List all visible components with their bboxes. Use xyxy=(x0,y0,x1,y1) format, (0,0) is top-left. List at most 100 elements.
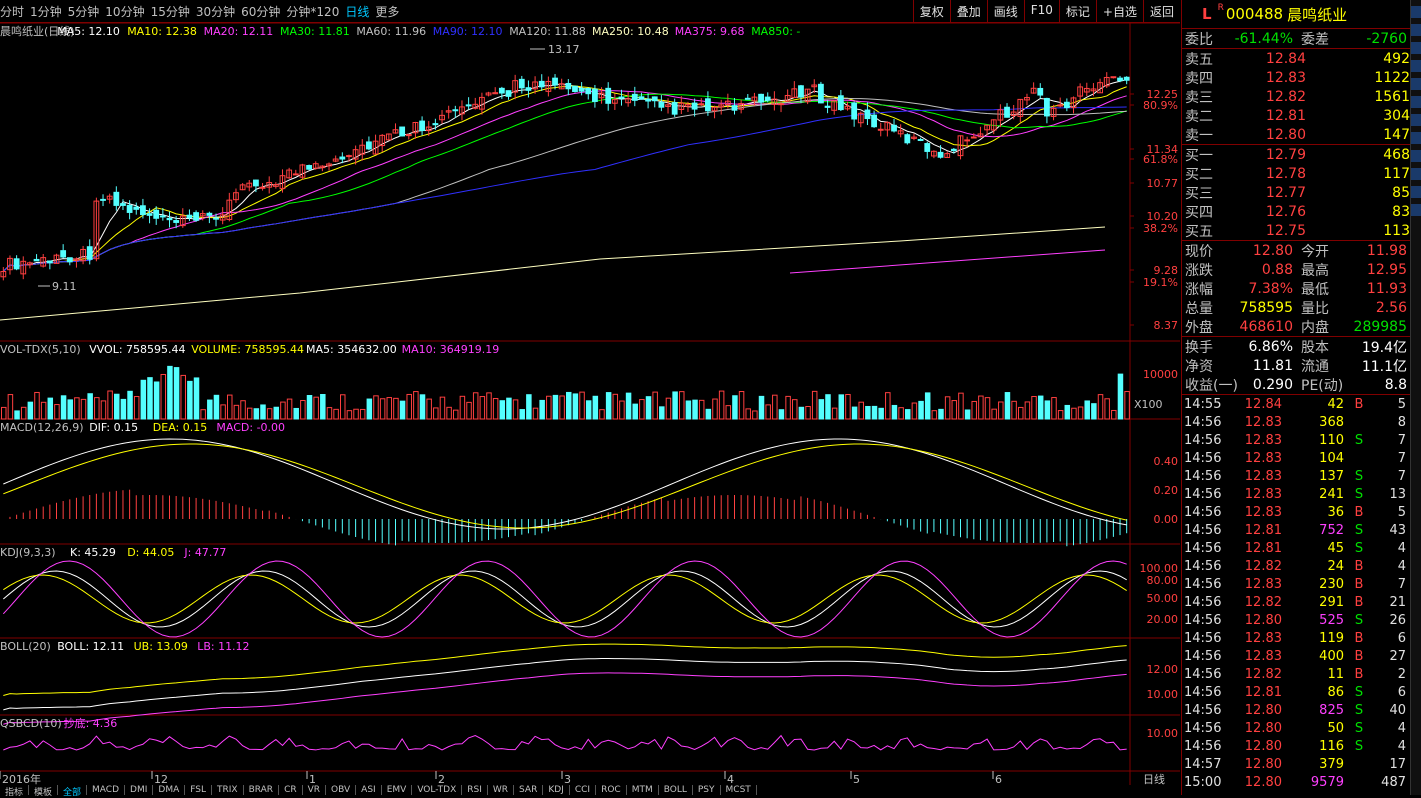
candle-body xyxy=(585,88,592,95)
tick-volume: 525 xyxy=(1319,612,1344,628)
indicator-tab[interactable]: KDJ xyxy=(543,785,570,795)
indicator-tab[interactable]: ASI xyxy=(356,785,382,795)
tool-icon[interactable] xyxy=(1411,168,1421,180)
period-tab[interactable]: 分时 xyxy=(0,3,30,20)
indicator-tab[interactable]: 指标 xyxy=(0,785,30,798)
volume-bar xyxy=(120,398,127,420)
tool-icon[interactable] xyxy=(1411,6,1421,18)
right-toolstrip[interactable] xyxy=(1410,0,1421,795)
chart-area[interactable]: 晨鸣纸业(日线) MA5: 12.10 MA10: 12.38 MA20: 12.11… xyxy=(0,22,1180,795)
macd-axis-label: 0.20 xyxy=(1154,484,1179,497)
candle-body xyxy=(764,96,771,101)
tick-count: 13 xyxy=(1389,486,1406,502)
indicator-tab[interactable]: BOLL xyxy=(659,785,693,795)
volume-bar xyxy=(732,395,738,420)
quote-label: 总量 xyxy=(1185,300,1213,317)
tick-time: 14:56 xyxy=(1184,666,1222,682)
tool-icon[interactable] xyxy=(1411,186,1421,198)
tick-price: 12.80 xyxy=(1244,612,1282,628)
volume-bar xyxy=(453,409,459,420)
toolbar-button[interactable]: 复权 xyxy=(912,0,950,22)
indicator-tab[interactable]: VR xyxy=(303,785,327,795)
tick-side: S xyxy=(1354,540,1364,556)
tool-icon[interactable] xyxy=(1411,60,1421,72)
tick-list[interactable]: 14:55 12.84 42 B 5 14:56 12.83 368 8 14:56 12.83 11… xyxy=(1182,395,1410,791)
tool-icon[interactable] xyxy=(1411,150,1421,162)
volume-bar xyxy=(479,396,486,420)
toolbar-button[interactable]: 叠加 xyxy=(949,0,987,22)
volume-bar xyxy=(539,399,545,420)
stock-code[interactable]: 000488 xyxy=(1226,5,1283,23)
toolbar-button[interactable]: F10 xyxy=(1023,0,1059,22)
bid-row: 买二 12.78 117 xyxy=(1182,164,1410,183)
tool-icon[interactable] xyxy=(1411,42,1421,54)
volume-bar xyxy=(133,396,140,420)
indicator-tab[interactable]: FSL xyxy=(185,785,212,795)
tool-icon[interactable] xyxy=(1411,24,1421,36)
indicator-tab[interactable]: CR xyxy=(279,785,303,795)
volume-bar xyxy=(765,404,771,420)
indicator-tab[interactable]: PSY xyxy=(693,785,721,795)
period-tab[interactable]: 1分钟 xyxy=(30,3,68,20)
tick-side: B xyxy=(1354,594,1364,610)
tool-icon[interactable] xyxy=(1411,96,1421,108)
macd-axis-label: 0.40 xyxy=(1154,455,1179,468)
indicator-tab[interactable]: ROC xyxy=(596,785,627,795)
period-tab[interactable]: 更多 xyxy=(375,3,405,20)
period-tab[interactable]: 15分钟 xyxy=(151,3,196,20)
indicator-tab[interactable]: TRIX xyxy=(212,785,244,795)
toolbar-button[interactable]: 画线 xyxy=(986,0,1024,22)
quote-label: 涨幅 xyxy=(1185,281,1213,298)
tool-icon[interactable] xyxy=(1411,78,1421,90)
indicator-tab[interactable]: EMV xyxy=(382,785,413,795)
period-tab[interactable]: 分钟*120 xyxy=(286,3,345,20)
tick-volume: 137 xyxy=(1319,468,1344,484)
toolbar-button[interactable]: 标记 xyxy=(1058,0,1096,22)
ma30-line xyxy=(2,93,1127,272)
volume-bar xyxy=(439,396,446,420)
indicator-tab[interactable]: SAR xyxy=(514,785,544,795)
indicator-tab[interactable]: OBV xyxy=(326,785,357,795)
candle-body xyxy=(1123,76,1130,81)
volume-bar xyxy=(825,394,831,420)
tick-count: 4 xyxy=(1397,540,1406,556)
indicator-tab[interactable]: VOL-TDX xyxy=(412,785,463,795)
indicator-tab[interactable]: 全部 xyxy=(58,785,88,798)
tool-icon[interactable] xyxy=(1411,204,1421,216)
volume-bar xyxy=(811,390,818,420)
boll-plot xyxy=(3,643,1127,725)
ask-row: 卖五 12.84 492 xyxy=(1182,49,1410,68)
period-tab[interactable]: 10分钟 xyxy=(105,3,150,20)
indicator-tab[interactable]: DMA xyxy=(153,785,186,795)
indicator-tab[interactable]: CCI xyxy=(570,785,597,795)
indicator-tab[interactable]: MCST xyxy=(721,785,757,795)
period-tab[interactable]: 60分钟 xyxy=(241,3,286,20)
indicator-tab[interactable]: MTM xyxy=(627,785,659,795)
indicator-tab[interactable]: DMI xyxy=(125,785,154,795)
candle-body xyxy=(698,103,705,106)
volume-bar xyxy=(419,394,426,420)
stock-name[interactable]: 晨鸣纸业 xyxy=(1287,4,1347,25)
tool-icon[interactable] xyxy=(1411,114,1421,126)
kline-chart[interactable]: 晨鸣纸业(日线)MA5: 12.10 MA10: 12.38 MA20: 12.11… xyxy=(0,22,1180,786)
indicator-tab[interactable]: WR xyxy=(488,785,515,795)
volume-bar xyxy=(180,374,186,420)
volume-bar xyxy=(220,404,226,420)
bid-row: 买三 12.77 85 xyxy=(1182,183,1410,202)
tick-row: 15:00 12.80 9579 487 xyxy=(1182,773,1410,791)
indicator-tab[interactable]: MACD xyxy=(87,785,126,795)
volume-bar xyxy=(27,401,34,420)
tool-icon[interactable] xyxy=(1411,132,1421,144)
volume-bar xyxy=(931,410,938,420)
toolbar-button[interactable]: +自选 xyxy=(1095,0,1143,22)
tick-side: B xyxy=(1354,666,1364,682)
period-tab[interactable]: 日线 xyxy=(345,3,375,20)
tick-time: 14:55 xyxy=(1184,396,1222,412)
indicator-tab[interactable]: 模板 xyxy=(29,785,59,798)
volume-bar xyxy=(353,408,359,420)
indicator-tab[interactable]: BRAR xyxy=(244,785,280,795)
indicator-tab[interactable]: RSI xyxy=(462,785,488,795)
period-tab[interactable]: 5分钟 xyxy=(68,3,106,20)
toolbar-button[interactable]: 返回 xyxy=(1142,0,1180,22)
period-tab[interactable]: 30分钟 xyxy=(196,3,241,20)
